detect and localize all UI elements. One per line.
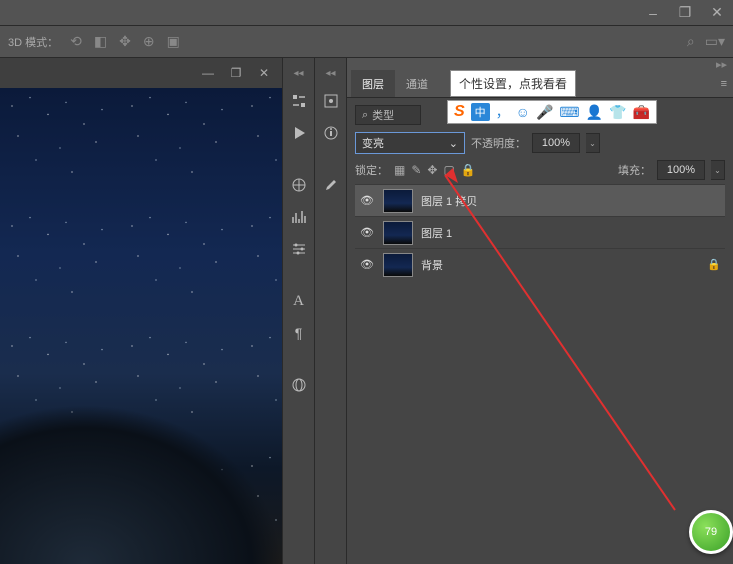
lock-icon: 🔒	[707, 258, 721, 271]
ime-logo-icon[interactable]: S	[454, 103, 465, 121]
layer-name[interactable]: 图层 1 拷贝	[421, 193, 477, 209]
ime-toolbox-icon[interactable]: 🧰	[633, 104, 650, 121]
properties-icon[interactable]	[317, 87, 345, 115]
visibility-toggle-icon[interactable]: 👁	[359, 258, 375, 271]
visibility-toggle-icon[interactable]: 👁	[359, 194, 375, 207]
badge-number: 79	[705, 526, 717, 538]
ime-toolbar[interactable]: S 中 ， ☺ 🎤 ⌨ 👤 👕 🧰	[447, 100, 657, 124]
lock-buttons: ▦ ✎ ✥ ▢ 🔒	[394, 163, 476, 177]
chevron-down-icon: ⌄	[449, 137, 458, 150]
document-tab-controls: — ❐ ✕	[0, 58, 282, 88]
doc-minimize-button[interactable]: —	[196, 63, 220, 83]
layer-list: 👁 图层 1 拷贝 👁 图层 1 👁 背景 🔒	[355, 184, 725, 280]
workspace-icon[interactable]: ▭▾	[705, 33, 725, 50]
layer-item[interactable]: 👁 图层 1	[355, 216, 725, 248]
search-icon[interactable]: ⌕	[687, 33, 695, 50]
lock-artboard-icon[interactable]: ▢	[443, 163, 454, 177]
panel-collapse-icon[interactable]: ▸▸	[716, 58, 727, 72]
options-bar: 3D 模式： ⟲ ◧ ✥ ⊕ ▣ ⌕ ▭▾	[0, 26, 733, 58]
paragraph-icon[interactable]: ¶	[285, 319, 313, 347]
opacity-dropdown-icon[interactable]: ⌄	[586, 133, 600, 153]
play-icon[interactable]	[285, 119, 313, 147]
adjustments-icon[interactable]	[285, 87, 313, 115]
blend-mode-value: 变亮	[362, 135, 384, 151]
layer-thumbnail[interactable]	[383, 253, 413, 277]
sliders-icon[interactable]	[285, 235, 313, 263]
move-icon[interactable]: ⊕	[143, 33, 155, 50]
compass-icon[interactable]	[285, 171, 313, 199]
blend-mode-select[interactable]: 变亮 ⌄	[355, 132, 465, 154]
opacity-input[interactable]: 100%	[532, 133, 580, 153]
canvas-area: — ❐ ✕	[0, 58, 282, 564]
brush-icon[interactable]	[317, 171, 345, 199]
fill-input[interactable]: 100%	[657, 160, 705, 180]
type-filter-label: 类型	[372, 107, 394, 123]
mode-label: 3D 模式：	[8, 34, 58, 50]
layer-name[interactable]: 图层 1	[421, 225, 452, 241]
close-button[interactable]: ✕	[701, 0, 733, 26]
layers-panel: ▸▸ 图层 通道 ≡ ⌕ 类型 变亮 ⌄ 不透明度： 100% ⌄	[346, 58, 733, 564]
icon-strip-1: ◂◂ A ¶	[282, 58, 314, 564]
layers-panel-body: ⌕ 类型 变亮 ⌄ 不透明度： 100% ⌄ 锁定： ▦ ✎ ✥	[347, 98, 733, 564]
lock-label: 锁定：	[355, 162, 388, 178]
camera-icon[interactable]: ▣	[167, 33, 180, 50]
orbit-icon[interactable]: ⟲	[70, 33, 82, 50]
doc-close-button[interactable]: ✕	[252, 63, 276, 83]
ime-skin-icon[interactable]: 👕	[609, 104, 626, 121]
fill-label: 填充：	[618, 162, 651, 178]
layer-item[interactable]: 👁 背景 🔒	[355, 248, 725, 280]
ime-tooltip: 个性设置，点我看看	[450, 70, 576, 97]
ime-lang-button[interactable]: 中	[471, 103, 490, 121]
panel-menu-icon[interactable]: ≡	[721, 78, 727, 90]
info-icon[interactable]	[317, 119, 345, 147]
assistant-badge[interactable]: 79	[689, 510, 733, 554]
tab-channels[interactable]: 通道	[395, 70, 439, 97]
ime-punct-button[interactable]: ，	[496, 102, 510, 122]
doc-restore-button[interactable]: ❐	[224, 63, 248, 83]
layer-type-filter[interactable]: ⌕ 类型	[355, 105, 421, 125]
layer-thumbnail[interactable]	[383, 189, 413, 213]
ime-emoji-icon[interactable]: ☺	[516, 104, 530, 120]
maximize-button[interactable]: ❐	[669, 0, 701, 26]
pan-icon[interactable]: ◧	[94, 33, 107, 50]
ime-person-icon[interactable]: 👤	[586, 104, 603, 121]
canvas-viewport[interactable]	[0, 88, 282, 564]
ime-mic-icon[interactable]: 🎤	[536, 104, 553, 121]
histogram-icon[interactable]	[285, 203, 313, 231]
opacity-label: 不透明度：	[471, 135, 526, 151]
character-icon[interactable]: A	[285, 287, 313, 315]
main-area: — ❐ ✕ ◂◂ A ¶ ◂◂ ▸▸ 图层 通道 ≡	[0, 58, 733, 564]
titlebar: – ❐ ✕	[0, 0, 733, 26]
layer-thumbnail[interactable]	[383, 221, 413, 245]
world-icon[interactable]	[285, 371, 313, 399]
layer-name[interactable]: 背景	[421, 257, 443, 273]
lock-position-icon[interactable]: ✥	[427, 163, 437, 177]
lock-transparency-icon[interactable]: ▦	[394, 163, 405, 177]
lock-pixels-icon[interactable]: ✎	[411, 163, 421, 177]
minimize-button[interactable]: –	[637, 0, 669, 26]
ime-keyboard-icon[interactable]: ⌨	[559, 104, 579, 121]
image-mountain	[0, 404, 282, 564]
fill-dropdown-icon[interactable]: ⌄	[711, 160, 725, 180]
lock-all-icon[interactable]: 🔒	[461, 163, 476, 177]
collapse-handle-icon[interactable]: ◂◂	[321, 64, 339, 83]
collapse-handle-icon[interactable]: ◂◂	[289, 64, 307, 83]
search-icon: ⌕	[362, 109, 368, 122]
dolly-icon[interactable]: ✥	[119, 33, 131, 50]
icon-strip-2: ◂◂	[314, 58, 346, 564]
tab-layers[interactable]: 图层	[351, 70, 395, 97]
visibility-toggle-icon[interactable]: 👁	[359, 226, 375, 239]
layer-item[interactable]: 👁 图层 1 拷贝	[355, 184, 725, 216]
